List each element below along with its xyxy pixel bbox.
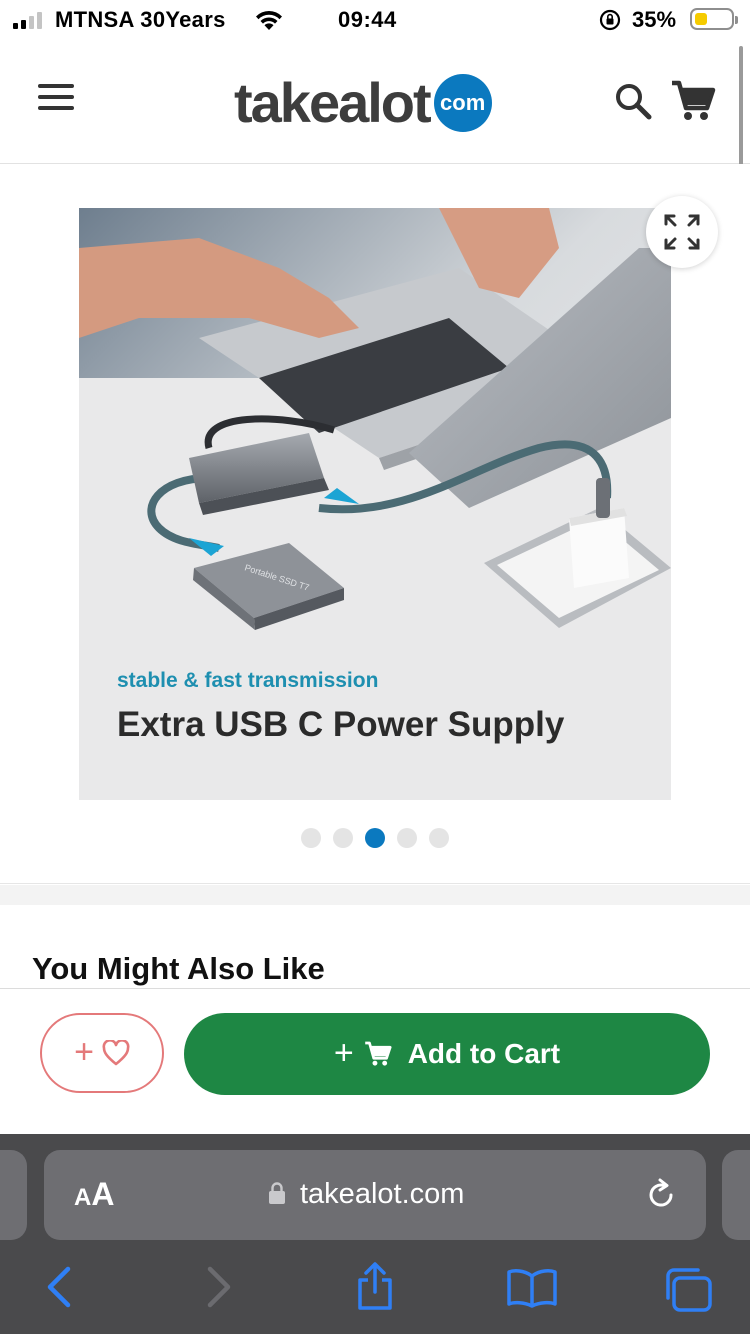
fullscreen-expand-icon[interactable] <box>646 196 718 268</box>
logo-com-badge: com <box>433 73 492 132</box>
previous-tab-peek[interactable] <box>0 1150 27 1240</box>
image-caption-small: stable & fast transmission <box>117 669 378 692</box>
section-divider <box>0 885 750 905</box>
image-caption-large: Extra USB C Power Supply <box>117 705 565 744</box>
add-to-cart-label: Add to Cart <box>407 1038 561 1069</box>
pagination-dot[interactable] <box>397 828 417 848</box>
tabs-icon[interactable] <box>664 1266 714 1312</box>
product-illustration: Portable SSD T7 stable & fast transmissi… <box>79 208 671 800</box>
add-to-wishlist-button[interactable]: + <box>40 1013 164 1093</box>
carrier-name: MTNSA 30Years <box>55 7 226 32</box>
search-icon[interactable] <box>614 82 654 122</box>
browser-bottom-bar: AA takealot.com <box>0 1134 750 1334</box>
pagination-dot[interactable] <box>429 828 449 848</box>
product-image[interactable]: Portable SSD T7 stable & fast transmissi… <box>79 208 671 800</box>
product-action-bar: + + Add to Cart <box>0 988 750 1134</box>
battery-level-fill <box>695 13 707 25</box>
logo-text: takealot <box>234 71 432 134</box>
heart-icon <box>102 1040 130 1066</box>
share-icon[interactable] <box>354 1262 396 1312</box>
forward-arrow-icon[interactable] <box>204 1266 234 1308</box>
add-to-cart-button[interactable]: + Add to Cart <box>184 1013 710 1095</box>
status-bar: MTNSA 30Years 09:44 35% <box>0 0 750 42</box>
battery-icon <box>690 8 738 30</box>
pagination-dot[interactable] <box>301 828 321 848</box>
hamburger-menu-icon[interactable] <box>38 84 74 110</box>
you-might-also-like-heading: You Might Also Like <box>32 951 325 986</box>
reload-icon[interactable] <box>644 1178 678 1212</box>
wishlist-plus: + <box>74 1032 94 1071</box>
clock: 09:44 <box>338 7 397 32</box>
wifi-icon <box>256 10 282 30</box>
reader-text-size-button[interactable]: AA <box>74 1176 114 1213</box>
orientation-lock-icon <box>599 9 621 31</box>
url-text: takealot.com <box>300 1178 465 1210</box>
gallery-pagination-dots <box>0 828 750 848</box>
address-bar[interactable]: AA takealot.com <box>44 1150 706 1240</box>
site-header: takealot com <box>0 42 750 164</box>
add-to-cart-plus: + <box>333 1033 354 1072</box>
bookmarks-icon[interactable] <box>506 1268 558 1308</box>
browser-toolbar <box>0 1254 750 1324</box>
product-gallery: Portable SSD T7 stable & fast transmissi… <box>0 164 750 884</box>
takealot-logo[interactable]: takealot com <box>234 70 492 135</box>
pagination-dot[interactable] <box>333 828 353 848</box>
back-arrow-icon[interactable] <box>44 1266 74 1308</box>
next-tab-peek[interactable] <box>722 1150 750 1240</box>
lock-icon <box>269 1182 285 1204</box>
cellular-signal-icon <box>13 11 42 29</box>
pagination-dot[interactable] <box>365 828 385 848</box>
page: MTNSA 30Years 09:44 35% takealot com Por… <box>0 0 750 1334</box>
battery-percent: 35% <box>632 7 677 32</box>
shopping-cart-icon[interactable] <box>670 78 716 124</box>
cart-icon <box>364 1041 392 1066</box>
